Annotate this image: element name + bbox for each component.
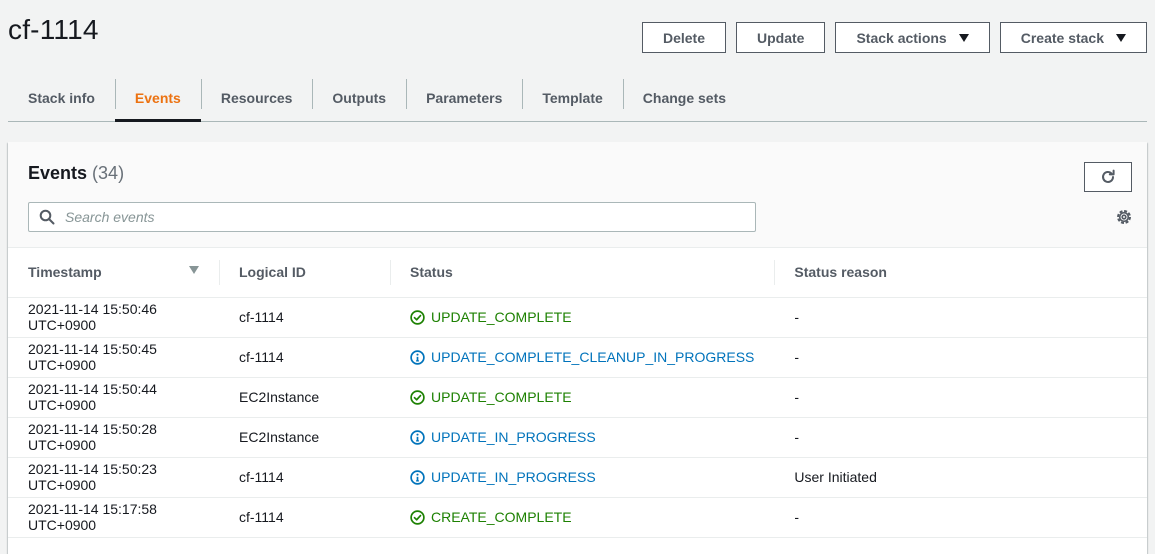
column-header-timestamp[interactable]: Timestamp — [8, 248, 219, 298]
tab-resources[interactable]: Resources — [200, 74, 313, 121]
status-reason-cell: - — [774, 377, 1147, 418]
stack-actions-button[interactable]: Stack actions — [835, 22, 990, 53]
table-row: 2021-11-14 15:17:58 UTC+0900 cf-1114 CRE… — [8, 497, 1147, 538]
table-row: 2021-11-14 15:50:23 UTC+0900 cf-1114 UPD… — [8, 457, 1147, 498]
status-reason-cell: - — [774, 497, 1147, 538]
column-header-label: Status reason — [794, 264, 887, 281]
logical-id-cell: EC2Instance — [219, 377, 390, 418]
delete-button[interactable]: Delete — [641, 22, 726, 53]
status-reason-cell: - — [774, 337, 1147, 378]
tab-template[interactable]: Template — [522, 74, 622, 121]
status-badge: UPDATE_COMPLETE_CLEANUP_IN_PROGRESS — [410, 349, 754, 365]
status-badge: CREATE_COMPLETE — [410, 509, 754, 525]
status-text: UPDATE_COMPLETE_CLEANUP_IN_PROGRESS — [431, 349, 755, 365]
search-box — [28, 202, 756, 232]
status-badge: UPDATE_IN_PROGRESS — [410, 469, 754, 485]
events-panel-header: Events (34) — [8, 142, 1147, 248]
check-circle-icon — [410, 389, 425, 405]
logical-id-cell: cf-1114 — [219, 497, 390, 538]
table-row: 2021-11-14 15:50:45 UTC+0900 cf-1114 UPD… — [8, 337, 1147, 378]
timestamp-cell: 2021-11-14 15:50:46 UTC+0900 — [8, 297, 219, 338]
status-badge: UPDATE_IN_PROGRESS — [410, 429, 754, 445]
tab-parameters[interactable]: Parameters — [406, 74, 522, 121]
status-badge: UPDATE_COMPLETE — [410, 309, 754, 325]
create-stack-label: Create stack — [1020, 29, 1104, 46]
tab-stack-info[interactable]: Stack info — [8, 74, 115, 121]
status-text: UPDATE_IN_PROGRESS — [431, 429, 596, 445]
page-title: cf-1114 — [8, 14, 99, 45]
status-text: UPDATE_COMPLETE — [431, 389, 572, 405]
tab-outputs[interactable]: Outputs — [312, 74, 406, 121]
timestamp-cell: 2021-11-14 15:17:58 UTC+0900 — [8, 497, 219, 538]
status-text: UPDATE_IN_PROGRESS — [431, 469, 596, 485]
gear-icon[interactable] — [1115, 208, 1133, 226]
tab-change-sets[interactable]: Change sets — [622, 74, 746, 121]
status-cell: UPDATE_COMPLETE — [390, 297, 775, 338]
column-header-label: Timestamp — [28, 264, 102, 281]
status-reason-cell: User Initiated — [774, 457, 1147, 498]
logical-id-cell: cf-1114 — [219, 297, 390, 338]
status-cell: UPDATE_COMPLETE — [390, 377, 775, 418]
stack-actions-label: Stack actions — [856, 29, 947, 46]
logical-id-cell: cf-1114 — [219, 337, 390, 378]
timestamp-cell: 2021-11-14 15:50:45 UTC+0900 — [8, 337, 219, 378]
info-circle-icon — [410, 469, 425, 485]
caret-down-icon[interactable] — [189, 266, 199, 275]
update-button-label: Update — [757, 29, 805, 46]
timestamp-cell: 2021-11-14 15:50:28 UTC+0900 — [8, 417, 219, 458]
logical-id-cell: EC2Instance — [219, 417, 390, 458]
header-actions: Delete Update Stack actions Create stack — [641, 22, 1147, 53]
column-header-status: Status — [390, 248, 775, 298]
status-badge: UPDATE_COMPLETE — [410, 389, 754, 405]
events-title-text: Events — [28, 163, 88, 183]
events-title: Events (34) — [28, 163, 124, 184]
table-row: 2021-11-14 15:50:28 UTC+0900 EC2Instance… — [8, 417, 1147, 458]
logical-id-cell: cf-1114 — [219, 457, 390, 498]
status-reason-cell: - — [774, 417, 1147, 458]
status-text: UPDATE_COMPLETE — [431, 309, 572, 325]
column-header-status-reason: Status reason — [774, 248, 1147, 298]
search-input[interactable] — [63, 208, 755, 226]
column-header-label: Logical ID — [239, 264, 306, 281]
status-text: CREATE_COMPLETE — [431, 509, 572, 525]
status-reason-cell: - — [774, 297, 1147, 338]
refresh-button[interactable] — [1084, 162, 1132, 192]
info-circle-icon — [410, 349, 425, 365]
refresh-icon — [1102, 169, 1115, 183]
create-stack-button[interactable]: Create stack — [999, 22, 1147, 53]
status-cell: UPDATE_IN_PROGRESS — [390, 457, 775, 498]
status-cell: UPDATE_COMPLETE_CLEANUP_IN_PROGRESS — [390, 337, 775, 378]
events-table: Timestamp Logical ID Status Status reaso… — [8, 248, 1147, 538]
caret-down-icon — [958, 33, 969, 42]
table-row: 2021-11-14 15:50:46 UTC+0900 cf-1114 UPD… — [8, 297, 1147, 338]
events-count: (34) — [92, 163, 125, 183]
update-button[interactable]: Update — [736, 22, 826, 53]
timestamp-cell: 2021-11-14 15:50:44 UTC+0900 — [8, 377, 219, 418]
delete-button-label: Delete — [662, 29, 705, 46]
search-icon — [39, 209, 55, 225]
timestamp-cell: 2021-11-14 15:50:23 UTC+0900 — [8, 457, 219, 498]
status-cell: UPDATE_IN_PROGRESS — [390, 417, 775, 458]
table-row: 2021-11-14 15:50:44 UTC+0900 EC2Instance… — [8, 377, 1147, 418]
column-header-logical-id: Logical ID — [219, 248, 390, 298]
column-header-label: Status — [410, 264, 453, 281]
caret-down-icon — [1116, 33, 1126, 42]
info-circle-icon — [410, 429, 425, 445]
table-header-row: Timestamp Logical ID Status Status reaso… — [8, 248, 1147, 298]
status-cell: CREATE_COMPLETE — [390, 497, 775, 538]
tab-events[interactable]: Events — [114, 74, 201, 122]
check-circle-icon — [410, 509, 425, 525]
events-panel: Events (34) Timestamp — [8, 142, 1147, 554]
tab-bar: Stack info Events Resources Outputs Para… — [8, 74, 1147, 122]
check-circle-icon — [410, 309, 425, 325]
